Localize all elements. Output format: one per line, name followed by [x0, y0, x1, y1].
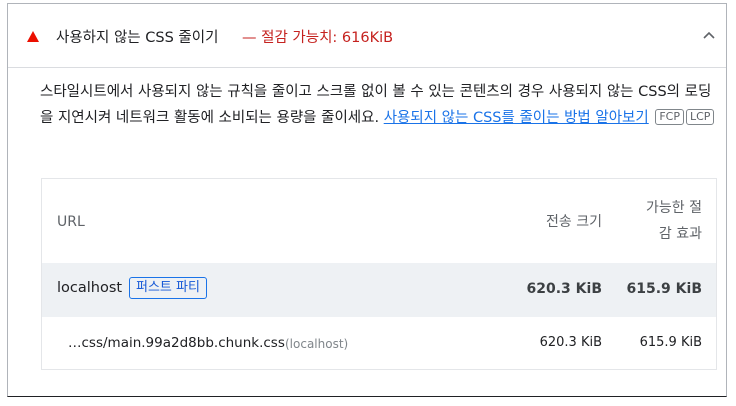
- table-header: URL 전송 크기 가능한 절 감 효과: [42, 179, 716, 263]
- table-group-row: localhost 퍼스트 파티 620.3 KiB 615.9 KiB: [42, 263, 716, 317]
- column-header-transfer-size: 전송 크기: [546, 214, 602, 230]
- audit-description: 스타일시트에서 사용되지 않는 규칙을 줄이고 스크롤 없이 볼 수 있는 콘텐…: [40, 79, 720, 131]
- column-header-potential-savings: 가능한 절 감 효과: [622, 195, 702, 247]
- potential-savings-line1: 가능한 절: [646, 200, 702, 216]
- table-row: …css/main.99a2d8bb.chunk.css (localhost)…: [42, 317, 716, 369]
- learn-more-link[interactable]: 사용되지 않는 CSS를 줄이는 방법 알아보기: [384, 110, 649, 126]
- group-transfer-size: 620.3 KiB: [526, 281, 602, 297]
- first-party-badge: 퍼스트 파티: [129, 277, 207, 299]
- audit-header[interactable]: 사용하지 않는 CSS 줄이기 — 절감 가능치: 616KiB: [8, 4, 726, 68]
- group-potential-savings: 615.9 KiB: [626, 281, 702, 297]
- resource-url[interactable]: …css/main.99a2d8bb.chunk.css: [68, 335, 285, 351]
- audit-title: 사용하지 않는 CSS 줄이기: [56, 30, 219, 46]
- potential-savings-line2: 감 효과: [658, 226, 702, 242]
- metric-chip-lcp: LCP: [686, 109, 715, 125]
- group-host: localhost: [57, 280, 123, 296]
- metric-chip-fcp: FCP: [655, 109, 684, 125]
- chevron-up-icon[interactable]: [702, 28, 716, 42]
- column-header-url: URL: [57, 214, 85, 230]
- details-table: URL 전송 크기 가능한 절 감 효과 localhost 퍼스트 파티 62…: [41, 178, 717, 370]
- resource-host: (localhost): [285, 337, 349, 351]
- fail-triangle-icon: [27, 31, 39, 42]
- row-transfer-size: 620.3 KiB: [539, 335, 602, 350]
- row-potential-savings: 615.9 KiB: [639, 335, 702, 350]
- unused-css-audit: 사용하지 않는 CSS 줄이기 — 절감 가능치: 616KiB 스타일시트에서…: [7, 3, 727, 397]
- audit-savings: — 절감 가능치: 616KiB: [242, 30, 394, 46]
